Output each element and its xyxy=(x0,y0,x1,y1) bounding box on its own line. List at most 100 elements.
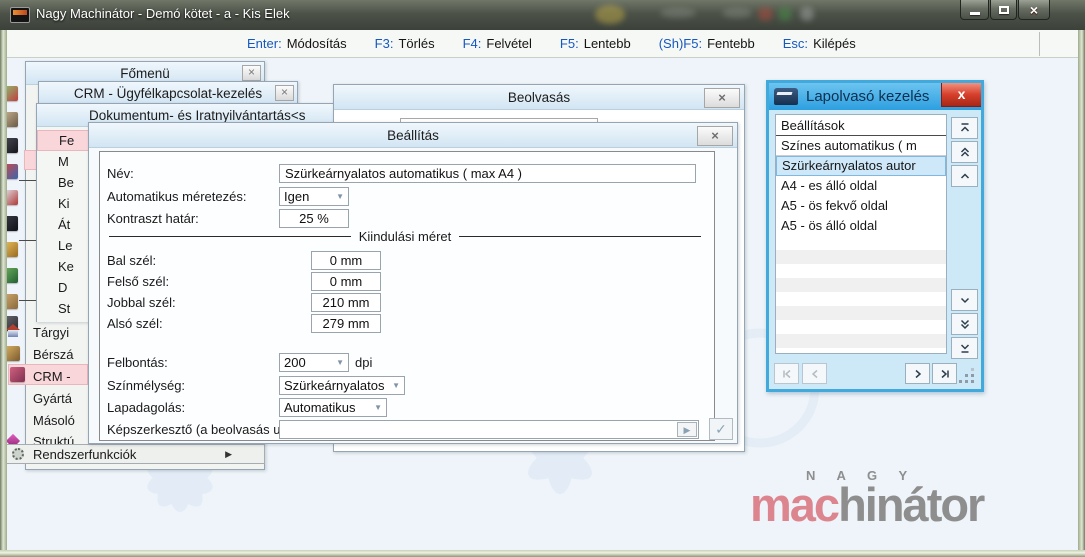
move-up-fast-button[interactable] xyxy=(951,141,978,163)
beallitas-close-button[interactable]: × xyxy=(697,126,733,146)
beolvasas-window-title: Beolvasás xyxy=(507,89,571,105)
tree-connector xyxy=(19,240,36,241)
move-top-button[interactable] xyxy=(951,117,978,139)
logo-machinator-text: machinátor xyxy=(750,478,985,531)
lapadagolas-dropdown[interactable]: Automatikus ▼ xyxy=(279,398,387,417)
move-down-button[interactable] xyxy=(951,289,978,311)
chevron-up-icon xyxy=(960,173,969,179)
confirm-button[interactable]: ✓ xyxy=(709,418,733,440)
kepszerkeszto-browse-button[interactable]: ▶ xyxy=(677,422,697,437)
bal-szel-input[interactable]: 0 mm xyxy=(311,251,381,270)
window-frame-edge xyxy=(0,30,7,557)
beallitas-dialog-title: Beállítás xyxy=(387,127,439,143)
kontraszt-input[interactable]: 25 % xyxy=(279,209,349,228)
kepszerkeszto-input[interactable]: ▶ xyxy=(279,420,699,439)
people-icon xyxy=(10,367,25,382)
empty-row xyxy=(776,236,946,250)
kontraszt-label: Kontraszt határ: xyxy=(107,211,199,226)
nav-first-button[interactable] xyxy=(774,363,799,384)
tree-connector xyxy=(19,180,36,181)
titlebar-reflection xyxy=(595,5,625,24)
maximize-icon xyxy=(998,5,1009,14)
hotkey-lentebb: F5: Lentebb xyxy=(559,36,631,51)
meretezes-dropdown[interactable]: Igen ▼ xyxy=(279,187,349,206)
fomenu-item-gyartas[interactable]: Gyártá xyxy=(33,391,72,406)
minimize-icon xyxy=(969,11,980,15)
lapolvaso-panel-title: Lapolvasó kezelés xyxy=(806,88,930,105)
crm-window-titlebar: CRM - Ügyfélkapcsolat-kezelés × xyxy=(39,82,297,105)
crm-window: CRM - Ügyfélkapcsolat-kezelés × xyxy=(38,81,298,105)
settings-list-item[interactable]: Színes automatikus ( m xyxy=(776,136,946,156)
nav-next-button[interactable] xyxy=(905,363,930,384)
szinmelyseg-dropdown[interactable]: Szürkeárnyalatos ▼ xyxy=(279,376,405,395)
hotkey-torles: F3: Törlés xyxy=(374,36,435,51)
settings-list-item[interactable]: A5 - ös álló oldal xyxy=(776,216,946,236)
fomenu-item-targyi[interactable]: Tárgyi xyxy=(33,325,69,340)
window-title: Nagy Machinátor - Demó kötet - a - Kis E… xyxy=(36,6,290,21)
felbontas-label: Felbontás: xyxy=(107,355,168,370)
crm-close-button[interactable]: × xyxy=(275,85,294,101)
hotkey-bar-divider xyxy=(1039,32,1040,56)
dropdown-arrow-icon: ▼ xyxy=(336,358,344,367)
chevron-down-icon xyxy=(960,297,969,304)
gears-icon xyxy=(12,448,24,460)
minimize-button[interactable] xyxy=(960,0,989,20)
close-button[interactable]: × xyxy=(1018,0,1050,20)
window-frame-edge xyxy=(1078,30,1085,557)
jobbal-szel-label: Jobbal szél: xyxy=(107,295,176,310)
titlebar-reflection xyxy=(722,8,752,18)
also-szel-input[interactable]: 279 mm xyxy=(311,314,381,333)
empty-row xyxy=(776,250,946,264)
dropdown-arrow-icon: ▼ xyxy=(374,403,382,412)
titlebar-reflection xyxy=(758,7,773,21)
fomenu-close-button[interactable]: × xyxy=(242,65,261,81)
empty-row xyxy=(776,264,946,278)
jobbal-szel-input[interactable]: 210 mm xyxy=(311,293,381,312)
meretezes-label: Automatikus méretezés: xyxy=(107,189,247,204)
last-page-icon xyxy=(941,369,949,378)
app-logo: N A G Y machinátor xyxy=(750,468,1055,543)
window-frame-edge xyxy=(0,550,1085,557)
lapolvaso-panel: Lapolvasó kezelés x Beállítások Színes a… xyxy=(766,80,984,392)
felbontas-dropdown[interactable]: 200 ▼ xyxy=(279,353,349,372)
titlebar-reflection xyxy=(660,8,696,18)
also-szel-label: Alsó szél: xyxy=(107,316,163,331)
app-window: N A G Y machinátor Főmenü × Tárgyi Bérsz… xyxy=(0,0,1085,557)
hotkey-felvetel: F4: Felvétel xyxy=(462,36,532,51)
dpi-label: dpi xyxy=(355,355,373,370)
resize-grip[interactable] xyxy=(965,374,968,377)
dropdown-arrow-icon: ▼ xyxy=(336,192,344,201)
beallitas-dialog: Beállítás × Név: Szürkeárnyalatos automa… xyxy=(88,122,738,444)
settings-list-item[interactable]: A4 - es álló oldal xyxy=(776,176,946,196)
maximize-button[interactable] xyxy=(990,0,1017,20)
move-bottom-button[interactable] xyxy=(951,337,978,359)
house-icon xyxy=(6,324,20,337)
beolvasas-close-button[interactable]: × xyxy=(704,88,740,108)
beallitas-dialog-titlebar: Beállítás × xyxy=(89,123,737,148)
double-chevron-down-icon xyxy=(960,319,969,330)
move-up-button[interactable] xyxy=(951,165,978,187)
settings-list-item-selected[interactable]: Szürkeárnyalatos autor xyxy=(776,156,946,176)
titlebar-reflection xyxy=(778,7,792,21)
nev-input[interactable]: Szürkeárnyalatos automatikus ( max A4 ) xyxy=(279,164,696,183)
fomenu-item-masolo[interactable]: Másoló xyxy=(33,413,75,428)
nev-label: Név: xyxy=(107,166,134,181)
dokumentum-window-title: Dokumentum- és Iratnyilvántartás<s xyxy=(89,107,306,123)
window-titlebar: Nagy Machinátor - Demó kötet - a - Kis E… xyxy=(0,0,1085,30)
nav-prev-button[interactable] xyxy=(802,363,827,384)
fomenu-item-rendszerfunkciok[interactable]: Rendszerfunkciók ▶ xyxy=(2,444,265,464)
move-down-fast-button[interactable] xyxy=(951,313,978,335)
fomenu-item-berszam[interactable]: Bérszá xyxy=(33,347,73,362)
settings-list-item[interactable]: A5 - ös fekvő oldal xyxy=(776,196,946,216)
panel-close-button[interactable]: x xyxy=(941,83,981,107)
hotkey-modositas: Enter: Módosítás xyxy=(247,36,347,51)
felso-szel-input[interactable]: 0 mm xyxy=(311,272,381,291)
chevron-up-bar-icon xyxy=(960,123,969,132)
crm-window-title: CRM - Ügyfélkapcsolat-kezelés xyxy=(73,85,263,101)
nav-last-button[interactable] xyxy=(932,363,957,384)
submenu-arrow-icon: ▶ xyxy=(225,448,232,459)
empty-row xyxy=(776,320,946,334)
beolvasas-window-titlebar: Beolvasás × xyxy=(334,85,744,110)
hotkey-bar: Enter: Módosítás F3: Törlés F4: Felvétel F5… xyxy=(7,30,1078,58)
empty-row xyxy=(776,306,946,320)
